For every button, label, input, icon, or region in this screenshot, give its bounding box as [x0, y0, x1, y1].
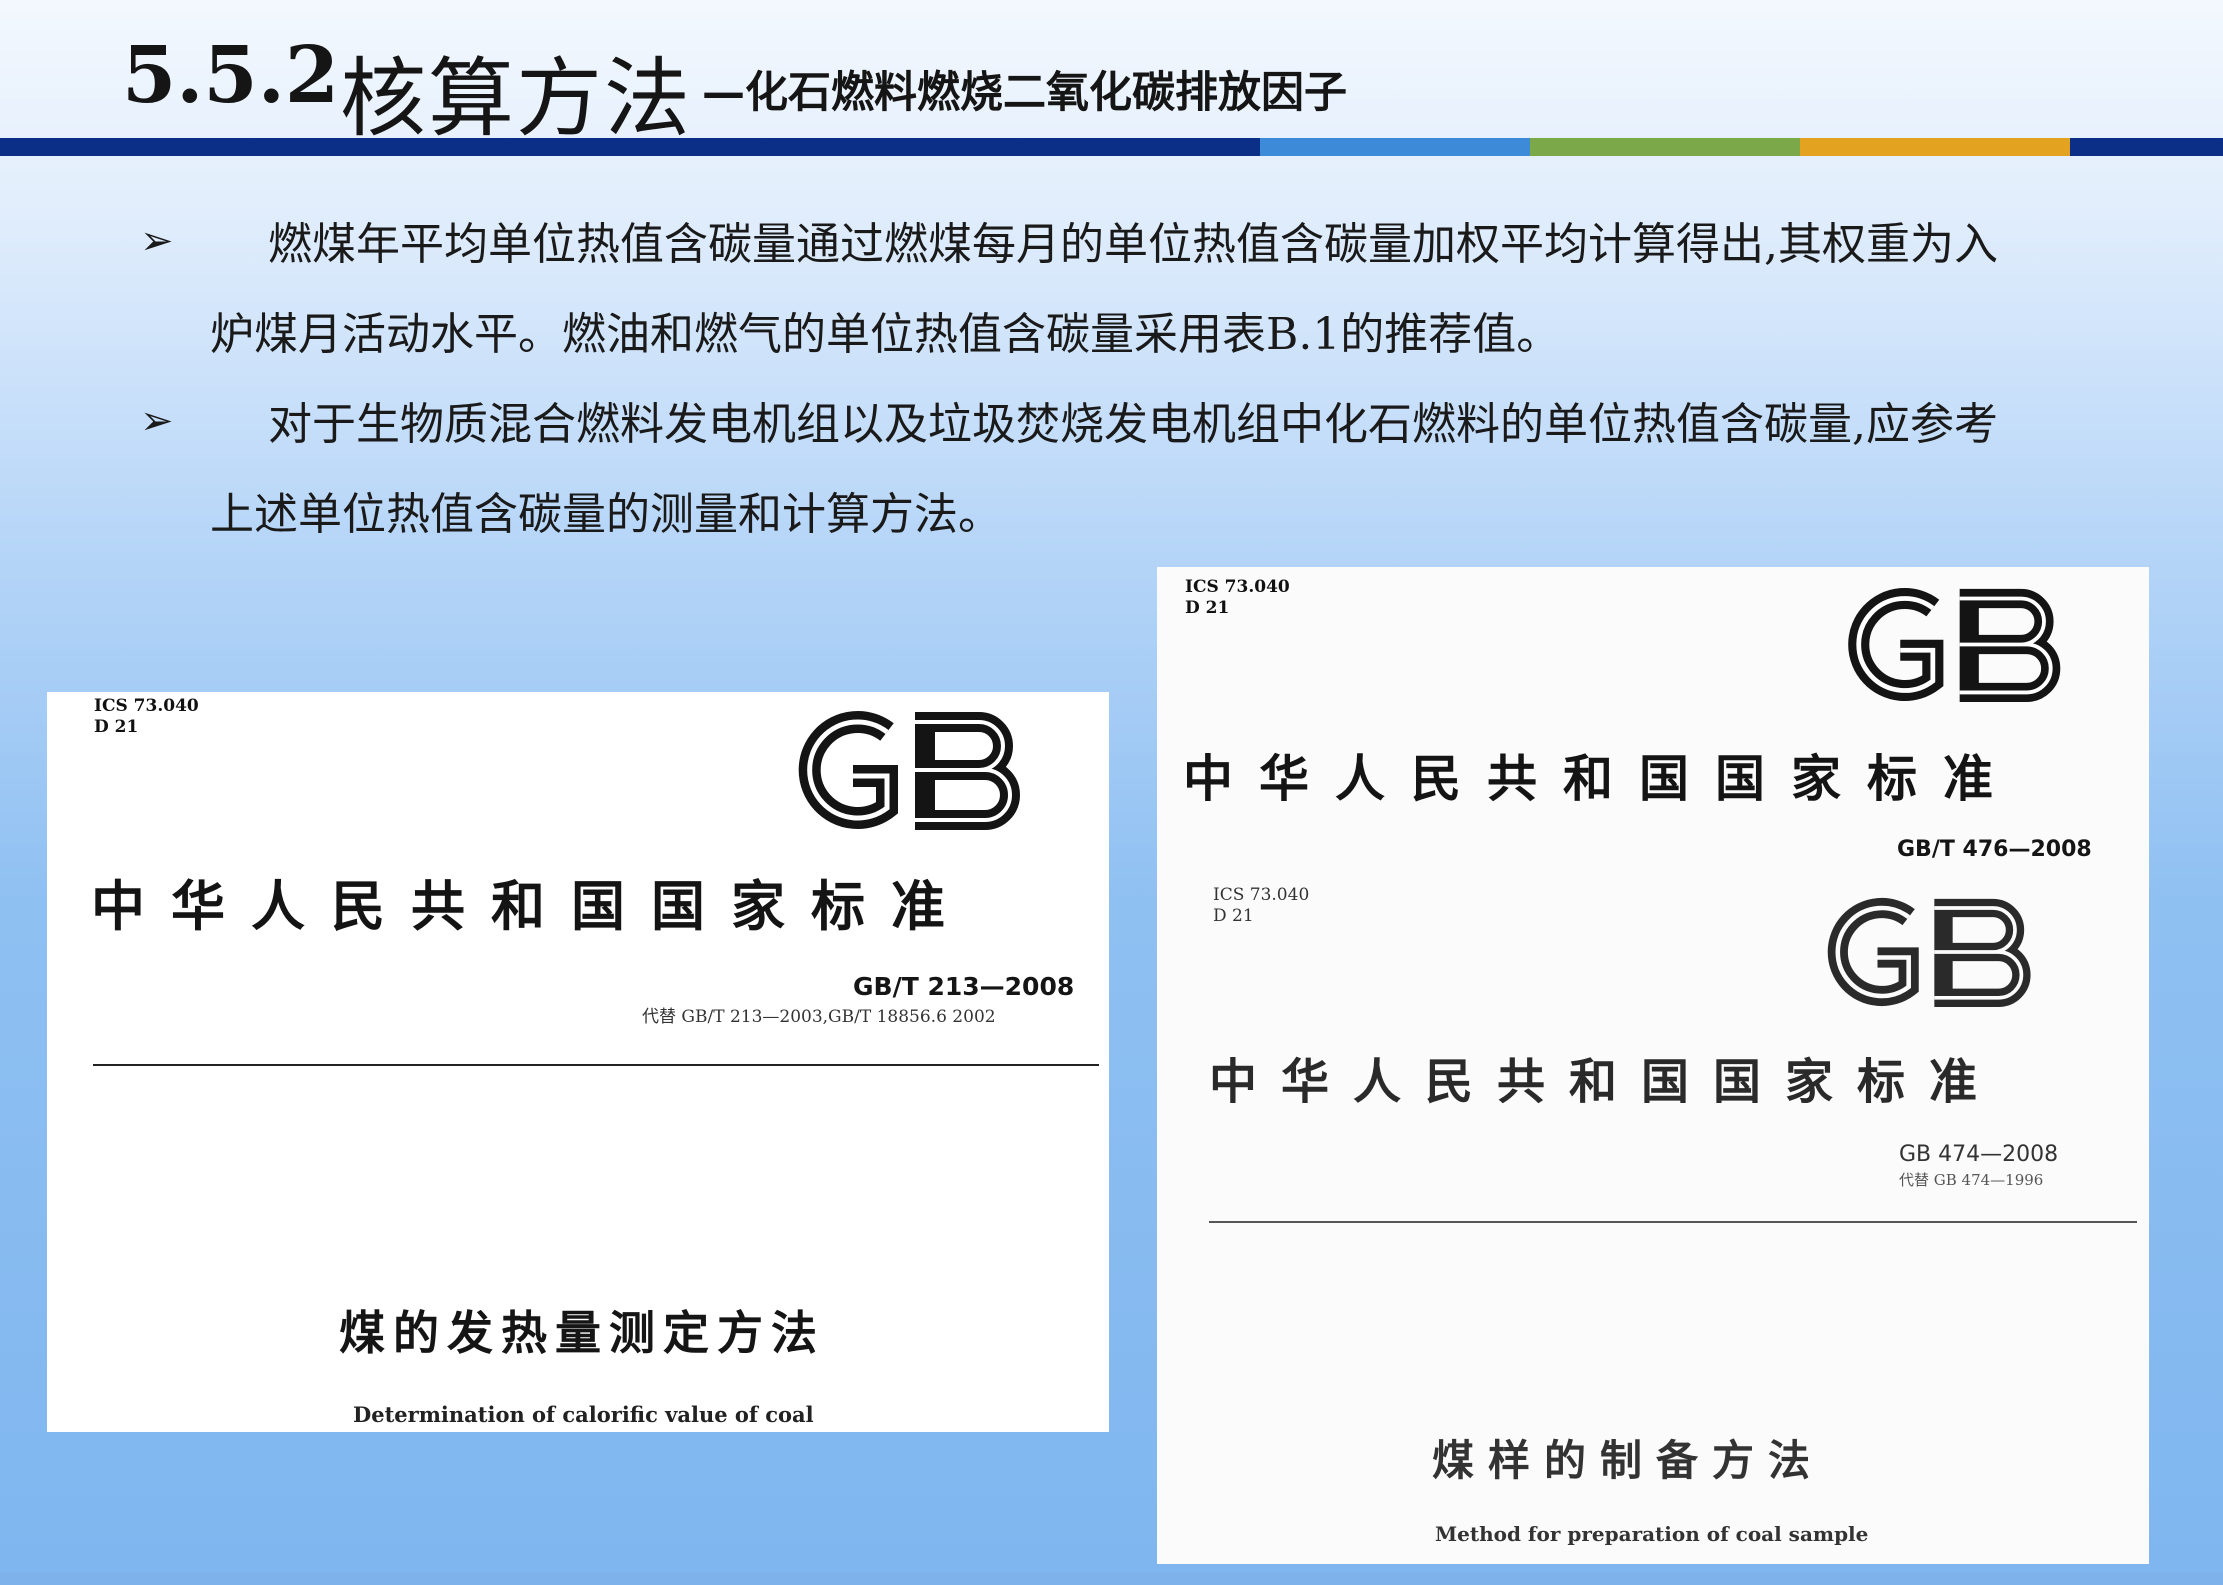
standard-cn-name: 煤样的制备方法: [1432, 1436, 1825, 1485]
bullet-text: 对于生物质混合燃料发电机组以及垃圾焚烧发电机组中化石燃料的单位热值含碳量,应参考…: [210, 399, 1998, 540]
standard-cover-stack: ICS 73.040 D 21 中华人民共和国国家标准 GB/T 476—200…: [1157, 567, 2149, 1564]
standard-heading: 中华人民共和国国家标准: [1183, 749, 2019, 808]
gb-logo-icon: [1827, 897, 2031, 1007]
band-segment-blue: [1260, 138, 1530, 156]
divider-line: [93, 1064, 1099, 1066]
ics-code: ICS 73.040 D 21: [1213, 885, 1309, 927]
ics-code: ICS 73.040 D 21: [94, 696, 199, 738]
ccs-code: D 21: [1185, 598, 1230, 618]
standard-en-name: Method for preparation of coal sample: [1435, 1522, 1869, 1546]
replaces-note: 代替 GB/T 213—2003,GB/T 18856.6 2002: [642, 1007, 996, 1027]
arrow-bullet-icon: ➢: [140, 218, 174, 264]
ccs-code: D 21: [94, 717, 139, 737]
ics-code: ICS 73.040 D 21: [1185, 577, 1290, 619]
page-title: 核算方法: [340, 49, 692, 149]
divider-line: [1209, 1221, 2137, 1223]
section-number: 5.5.2: [122, 30, 340, 121]
replaces-note: 代替 GB 474—1996: [1899, 1171, 2044, 1189]
standard-cover-gbt213: ICS 73.040 D 21 中华人民共和国国家标准 GB/T 213—200…: [47, 692, 1109, 1432]
standard-heading: 中华人民共和国国家标准: [1209, 1054, 2002, 1110]
ccs-code: D 21: [1213, 906, 1254, 926]
standard-heading: 中华人民共和国国家标准: [91, 874, 971, 938]
band-segment-navy-end: [2070, 138, 2223, 156]
standard-en-name: Determination of calorific value of coal: [353, 1402, 814, 1427]
standard-number: GB 474—2008: [1899, 1142, 2059, 1167]
standard-number: GB/T 476—2008: [1897, 837, 2092, 862]
standard-cn-name: 煤的发热量测定方法: [339, 1306, 825, 1360]
page-subtitle: —化石燃料燃烧二氧化碳排放因子: [702, 68, 1347, 118]
footer-strip: [0, 1572, 2223, 1585]
band-segment-navy: [0, 138, 1260, 156]
ics-number: ICS 73.040: [1185, 577, 1290, 597]
gb-logo-icon: [798, 711, 1020, 830]
band-segment-green: [1530, 138, 1800, 156]
band-segment-orange: [1800, 138, 2070, 156]
arrow-bullet-icon: ➢: [140, 398, 174, 444]
gb-logo-icon: [1848, 588, 2061, 702]
ics-number: ICS 73.040: [1213, 885, 1310, 905]
ics-number: ICS 73.040: [94, 696, 199, 716]
bullet-text: 燃煤年平均单位热值含碳量通过燃煤每月的单位热值含碳量加权平均计算得出,其权重为入…: [210, 219, 1998, 360]
standard-number: GB/T 213—2008: [853, 972, 1075, 1001]
